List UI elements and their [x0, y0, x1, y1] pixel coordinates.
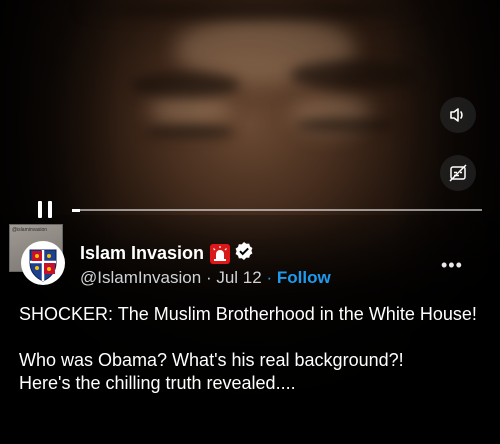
siren-emoji-icon [210, 243, 231, 264]
meta-separator: · [205, 268, 212, 287]
author-handle[interactable]: @IslamInvasion [80, 268, 201, 287]
video-progress-fill [72, 208, 81, 212]
author-meta-row: @IslamInvasion · Jul 12 · Follow [80, 268, 331, 288]
avatar[interactable] [21, 241, 65, 285]
captions-off-icon [449, 164, 467, 182]
meta-separator: · [266, 268, 273, 287]
pause-button[interactable] [36, 200, 56, 220]
more-options-icon[interactable]: ••• [441, 255, 463, 276]
author-display-name[interactable]: Islam Invasion [80, 243, 204, 264]
shield-logo-icon [29, 249, 57, 282]
video-progress-bar[interactable] [72, 208, 482, 212]
post-date[interactable]: Jul 12 [216, 268, 261, 287]
follow-button[interactable]: Follow [277, 268, 331, 287]
tweet-text: SHOCKER: The Muslim Brotherhood in the W… [19, 304, 477, 393]
verified-badge-icon [234, 241, 254, 266]
volume-button[interactable] [440, 97, 476, 133]
volume-icon [450, 108, 463, 122]
watermark-text: @islaminvasion [12, 227, 48, 233]
captions-button[interactable] [440, 155, 476, 191]
author-name-row: Islam Invasion [80, 241, 254, 266]
pause-icon [38, 201, 42, 218]
